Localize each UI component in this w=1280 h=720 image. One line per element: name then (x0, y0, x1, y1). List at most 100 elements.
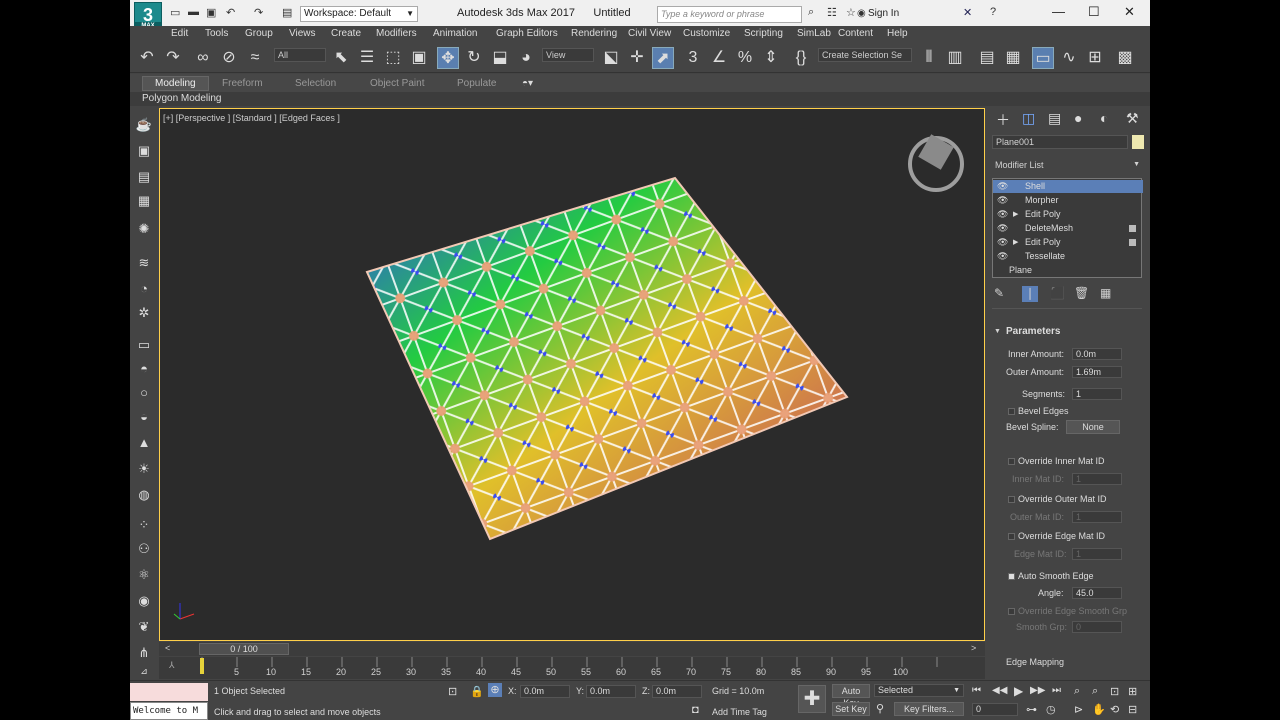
display-tab-icon[interactable]: ◐ (1100, 110, 1108, 126)
redo-icon[interactable]: ↷ (254, 6, 263, 19)
maxscript-listener[interactable] (130, 683, 208, 701)
modify-tab-icon[interactable]: ◫ (1022, 110, 1035, 127)
edge-mat-spinner[interactable]: 1 (1072, 548, 1122, 560)
track-bar[interactable]: ⅄ 5 10 15 20 25 30 35 40 45 50 55 60 65 … (159, 657, 985, 679)
inner-mat-spinner[interactable]: 1 (1072, 473, 1122, 485)
select-manipulate-icon[interactable]: ✛ (626, 47, 648, 69)
maxscript-mini-listener[interactable]: Welcome to M (130, 702, 208, 720)
angle-snap-icon[interactable]: ∠ (708, 47, 730, 69)
plane-primitive-icon[interactable]: ▭ (135, 336, 153, 354)
hemisphere-icon[interactable]: ◓ (135, 360, 153, 378)
zoom-icon[interactable]: ⌕ (1074, 685, 1080, 698)
key-mode-dropdown[interactable]: Selected ▼ (874, 684, 964, 697)
eye-icon[interactable]: 👁 (997, 208, 1008, 221)
zoom-all-icon[interactable]: ⌕ (1092, 685, 1098, 698)
goto-start-icon[interactable]: ⏮ (972, 685, 981, 696)
angle-spinner[interactable]: 45.0 (1072, 587, 1122, 599)
material-editor-icon[interactable]: ▣ (135, 142, 153, 160)
show-end-result-icon[interactable]: ❘ (1022, 286, 1038, 302)
time-tag-icon[interactable]: ◘ (692, 704, 699, 716)
menu-modifiers[interactable]: Modifiers (376, 28, 417, 39)
bevel-edges-checkbox[interactable] (1008, 408, 1015, 415)
modifier-list-dropdown[interactable]: Modifier List ▼ (992, 158, 1144, 172)
select-rotate-icon[interactable]: ↻ (463, 47, 485, 69)
biped-icon[interactable]: ✲ (135, 304, 153, 322)
segments-spinner[interactable]: 1 (1072, 388, 1122, 400)
favorites-icon[interactable]: ☆ (846, 6, 856, 19)
time-config-icon[interactable]: ◷ (1046, 703, 1056, 716)
set-key-button[interactable]: Set Key (832, 702, 870, 716)
tab-modeling[interactable]: Modeling (142, 76, 209, 91)
fish-icon[interactable]: ≋ (135, 254, 153, 272)
field-of-view-icon[interactable]: ⊳ (1074, 703, 1083, 716)
menu-customize[interactable]: Customize (683, 28, 730, 39)
z-coordinate-field[interactable]: 0.0m (652, 685, 702, 698)
character-icon[interactable]: ◔ (135, 280, 153, 298)
particles-icon[interactable]: ⁘ (135, 516, 153, 534)
prev-key-icon[interactable]: ◀◀ (992, 685, 1007, 696)
view-cube[interactable] (908, 134, 964, 192)
pivot-center-icon[interactable]: ⬕ (600, 47, 622, 69)
orbit-icon[interactable]: ⟲ (1110, 703, 1119, 716)
menu-scripting[interactable]: Scripting (744, 28, 783, 39)
snaps-toggle-icon[interactable]: 3 (682, 47, 704, 69)
align-icon[interactable]: ▥ (944, 47, 966, 69)
select-scale-icon[interactable]: ⬓ (489, 47, 511, 69)
time-slider[interactable]: 0 / 100 (199, 643, 289, 655)
menu-content[interactable]: Content (838, 28, 873, 39)
maximize-button[interactable]: ☐ (1088, 4, 1100, 20)
menu-simlab[interactable]: SimLab (797, 28, 831, 39)
sun-icon[interactable]: ☀ (135, 460, 153, 478)
stack-item-plane[interactable]: Plane (993, 264, 1143, 277)
stack-item-toggle[interactable] (1129, 225, 1136, 232)
parameters-rollout-header[interactable]: Parameters (1006, 326, 1060, 337)
save-file-icon[interactable]: ▣ (206, 6, 216, 19)
menu-create[interactable]: Create (331, 28, 361, 39)
key-mode-toggle-icon[interactable]: ⊶ (1026, 703, 1037, 716)
globe-icon[interactable]: ◉ (135, 592, 153, 610)
override-smooth-checkbox[interactable] (1008, 608, 1015, 615)
ribbon-options-icon[interactable]: ◓▾ (522, 78, 533, 89)
outer-mat-spinner[interactable]: 1 (1072, 511, 1122, 523)
window-crossing-icon[interactable]: ▣ (408, 47, 430, 69)
stack-item-deletemesh[interactable]: 👁 DeleteMesh (993, 222, 1143, 235)
maximize-toggle-icon[interactable]: ⊟ (1128, 703, 1137, 716)
menu-graph-editors[interactable]: Graph Editors (496, 28, 558, 39)
current-frame-field[interactable]: 0 (972, 703, 1018, 716)
stack-item-toggle[interactable] (1129, 239, 1136, 246)
spinner-snap-icon[interactable]: ⇕ (760, 47, 782, 69)
zoom-extents-all-icon[interactable]: ⊞ (1128, 685, 1137, 698)
foliage-icon[interactable]: ❦ (135, 618, 153, 636)
bind-space-warp-icon[interactable]: ≈ (244, 47, 266, 69)
inner-amount-spinner[interactable]: 0.0m (1072, 348, 1122, 360)
stack-item-edit-poly[interactable]: 👁 ▶ Edit Poly (993, 208, 1143, 221)
auto-smooth-checkbox[interactable] (1008, 573, 1015, 580)
light-icon[interactable]: ✺ (135, 220, 153, 238)
redo-icon[interactable]: ↷ (162, 47, 184, 69)
stack-item-tessellate[interactable]: 👁 Tessellate (993, 250, 1143, 263)
menu-group[interactable]: Group (245, 28, 273, 39)
link-icon[interactable]: ∞ (192, 47, 214, 69)
play-icon[interactable]: ▶ (1014, 684, 1023, 698)
reference-coordinate-dropdown[interactable]: View (542, 48, 594, 62)
hierarchy-tab-icon[interactable]: ▤ (1048, 110, 1061, 127)
render-production-icon[interactable]: ▦ (135, 192, 153, 210)
create-tab-icon[interactable]: ＋ (996, 110, 1010, 130)
pin-stack-icon[interactable]: ✎ (994, 286, 1004, 300)
eye-icon[interactable]: 👁 (997, 180, 1008, 193)
search-input[interactable]: Type a keyword or phrase (657, 6, 802, 23)
expand-icon[interactable]: ▶ (1013, 236, 1018, 249)
key-filters-button[interactable]: Key Filters... (894, 702, 964, 716)
ribbon-toggle-icon[interactable]: ▭ (1032, 47, 1054, 69)
override-edge-checkbox[interactable] (1008, 533, 1015, 540)
menu-views[interactable]: Views (289, 28, 316, 39)
stack-item-morpher[interactable]: 👁 Morpher (993, 194, 1143, 207)
scene-explorer-icon[interactable]: ▤ (976, 47, 998, 69)
minimize-button[interactable]: — (1052, 4, 1065, 19)
override-inner-checkbox[interactable] (1008, 458, 1015, 465)
tab-object-paint[interactable]: Object Paint (370, 78, 424, 89)
help-icon[interactable]: ? (990, 6, 996, 18)
sign-in-button[interactable]: Sign In (868, 8, 899, 19)
render-setup-icon[interactable]: ▩ (1114, 47, 1136, 69)
render-frame-icon[interactable]: ▤ (135, 168, 153, 186)
